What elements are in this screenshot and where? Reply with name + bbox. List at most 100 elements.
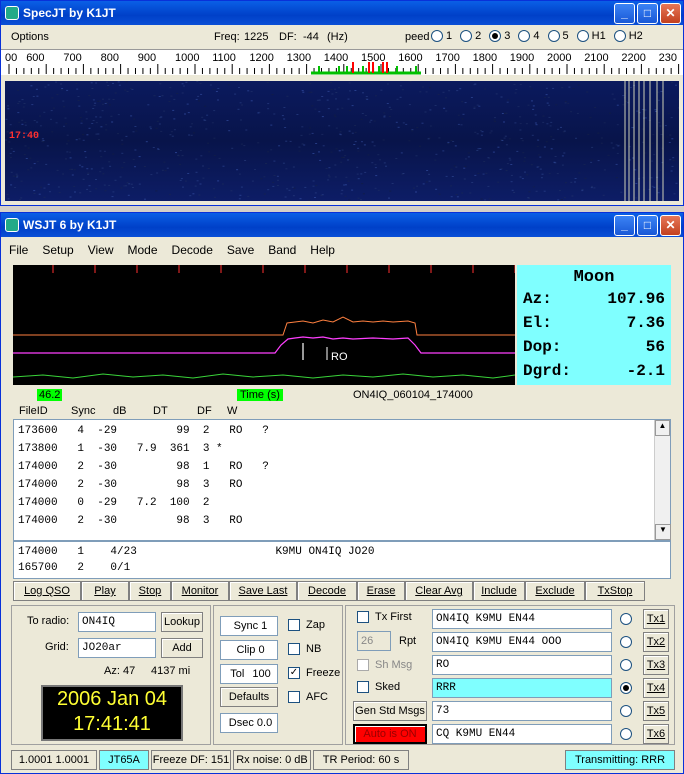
tx-message-field[interactable]: ON4IQ K9MU EN44 OOO [432,632,612,652]
to-radio-field[interactable]: ON4IQ [78,612,156,632]
sked-checkbox[interactable] [357,681,369,693]
tx-select-radio[interactable] [620,636,632,648]
sh-msg-row[interactable]: Sh Msg [357,659,412,671]
menu-file[interactable]: File [9,243,28,257]
average-line[interactable]: 174000 1 4/23 K9MU ON4IQ JO20 [18,544,374,560]
menu-setup[interactable]: Setup [42,243,73,257]
freeze-checkbox-row[interactable]: ✓ Freeze [288,667,340,679]
nb-checkbox[interactable] [288,643,300,655]
menu-view[interactable]: View [88,243,114,257]
decode-line[interactable]: 173800 1 -30 7.9 361 3 * [18,440,269,458]
speed-radio[interactable] [431,30,443,42]
average-line[interactable]: 165700 2 0/1 [18,560,374,576]
decode-line[interactable]: 174000 2 -30 98 3 RO [18,512,269,530]
tx-select-radio[interactable] [620,613,632,625]
add-button[interactable]: Add [161,638,203,658]
speed-option[interactable]: H1 [576,30,606,42]
stop-button[interactable]: Stop [129,581,171,601]
menu-band[interactable]: Band [268,243,296,257]
save-last-button[interactable]: Save Last [229,581,297,601]
include-button[interactable]: Include [473,581,525,601]
decode-button[interactable]: Decode [297,581,357,601]
speed-option[interactable]: 1 [431,30,452,42]
monitor-button[interactable]: Monitor [171,581,229,601]
rpt-field[interactable]: 26 [357,631,391,651]
exclude-button[interactable]: Exclude [525,581,585,601]
txstop-button[interactable]: TxStop [585,581,645,601]
afc-checkbox[interactable] [288,691,300,703]
grid-field[interactable]: JO20ar [78,638,156,658]
close-icon[interactable]: ✕ [660,214,681,236]
minimize-icon[interactable]: _ [614,214,635,236]
tx-select-radio[interactable] [620,705,632,717]
dsec-spinner[interactable]: Dsec 0.0 [220,713,278,733]
auto-button[interactable]: Auto is ON [353,724,427,744]
play-button[interactable]: Play [81,581,129,601]
speed-option[interactable]: 3 [489,30,510,42]
tx-message-field[interactable]: RO [432,655,612,675]
clip-spinner[interactable]: Clip 0 [220,640,278,660]
specjt-titlebar[interactable]: SpecJT by K1JT _ □ ✕ [1,1,683,25]
tx6-button[interactable]: Tx6 [643,724,669,744]
close-icon[interactable]: ✕ [660,2,681,24]
tx-message-field[interactable]: RRR [432,678,612,698]
menu-decode[interactable]: Decode [172,243,213,257]
menu-save[interactable]: Save [227,243,254,257]
tx-message-field[interactable]: CQ K9MU EN44 [432,724,612,744]
sync-spinner[interactable]: Sync 1 [220,616,278,636]
defaults-button[interactable]: Defaults [220,687,278,707]
maximize-icon[interactable]: □ [637,2,658,24]
menu-help[interactable]: Help [310,243,335,257]
tx-select-radio[interactable] [620,682,632,694]
speed-option[interactable]: 4 [518,30,540,42]
scroll-down-icon[interactable]: ▼ [655,524,671,540]
clear-avg-button[interactable]: Clear Avg [405,581,473,601]
speed-option[interactable]: 2 [460,30,481,42]
menu-mode[interactable]: Mode [128,243,158,257]
decode-line[interactable]: 174000 2 -30 98 1 RO ? [18,458,269,476]
speed-option[interactable]: H2 [613,30,643,42]
decode-line[interactable]: 174000 2 -30 98 3 RO [18,476,269,494]
speed-radio[interactable] [547,30,560,42]
speed-radio[interactable] [489,30,502,42]
speed-radio[interactable] [576,30,589,42]
spectrum-plot[interactable]: RO [12,265,516,385]
tx-message-field[interactable]: 73 [432,701,612,721]
minimize-icon[interactable]: _ [614,2,635,24]
nb-checkbox-row[interactable]: NB [288,643,321,655]
tx-first-checkbox[interactable] [357,611,369,623]
freeze-checkbox[interactable]: ✓ [288,667,300,679]
average-text-box[interactable]: 174000 1 4/23 K9MU ON4IQ JO20 165700 2 0/… [13,541,671,579]
tx2-button[interactable]: Tx2 [643,632,669,652]
zap-checkbox[interactable] [288,619,300,631]
erase-button[interactable]: Erase [357,581,405,601]
sh-msg-checkbox[interactable] [357,659,369,671]
tx-select-radio[interactable] [620,659,632,671]
maximize-icon[interactable]: □ [637,214,658,236]
tol-spinner[interactable]: Tol 100 [220,664,278,684]
speed-radio[interactable] [613,30,626,42]
wsjt-titlebar[interactable]: WSJT 6 by K1JT _ □ ✕ [1,213,683,237]
tx4-button[interactable]: Tx4 [643,678,669,698]
tx3-button[interactable]: Tx3 [643,655,669,675]
speed-option[interactable]: 5 [547,30,569,42]
tx-message-field[interactable]: ON4IQ K9MU EN44 [432,609,612,629]
tx5-button[interactable]: Tx5 [643,701,669,721]
options-menu[interactable]: Options [11,31,49,43]
speed-radio[interactable] [518,30,531,42]
gen-std-msgs-button[interactable]: Gen Std Msgs [353,701,427,721]
speed-radio[interactable] [460,30,473,42]
waterfall-display[interactable]: 17:40 [5,81,679,201]
tx-select-radio[interactable] [620,728,632,740]
sked-row[interactable]: Sked [357,681,400,693]
log-qso-button[interactable]: Log QSO [13,581,81,601]
afc-checkbox-row[interactable]: AFC [288,691,328,703]
scroll-up-icon[interactable]: ▲ [655,420,670,436]
lookup-button[interactable]: Lookup [161,612,203,632]
decode-line[interactable]: 174000 0 -29 7.2 100 2 [18,494,269,512]
zap-checkbox-row[interactable]: Zap [288,619,325,631]
scrollbar[interactable]: ▲ ▼ [654,420,671,540]
tx1-button[interactable]: Tx1 [643,609,669,629]
decode-line[interactable]: 173600 4 -29 99 2 RO ? [18,422,269,440]
tx-first-row[interactable]: Tx First [357,611,412,623]
